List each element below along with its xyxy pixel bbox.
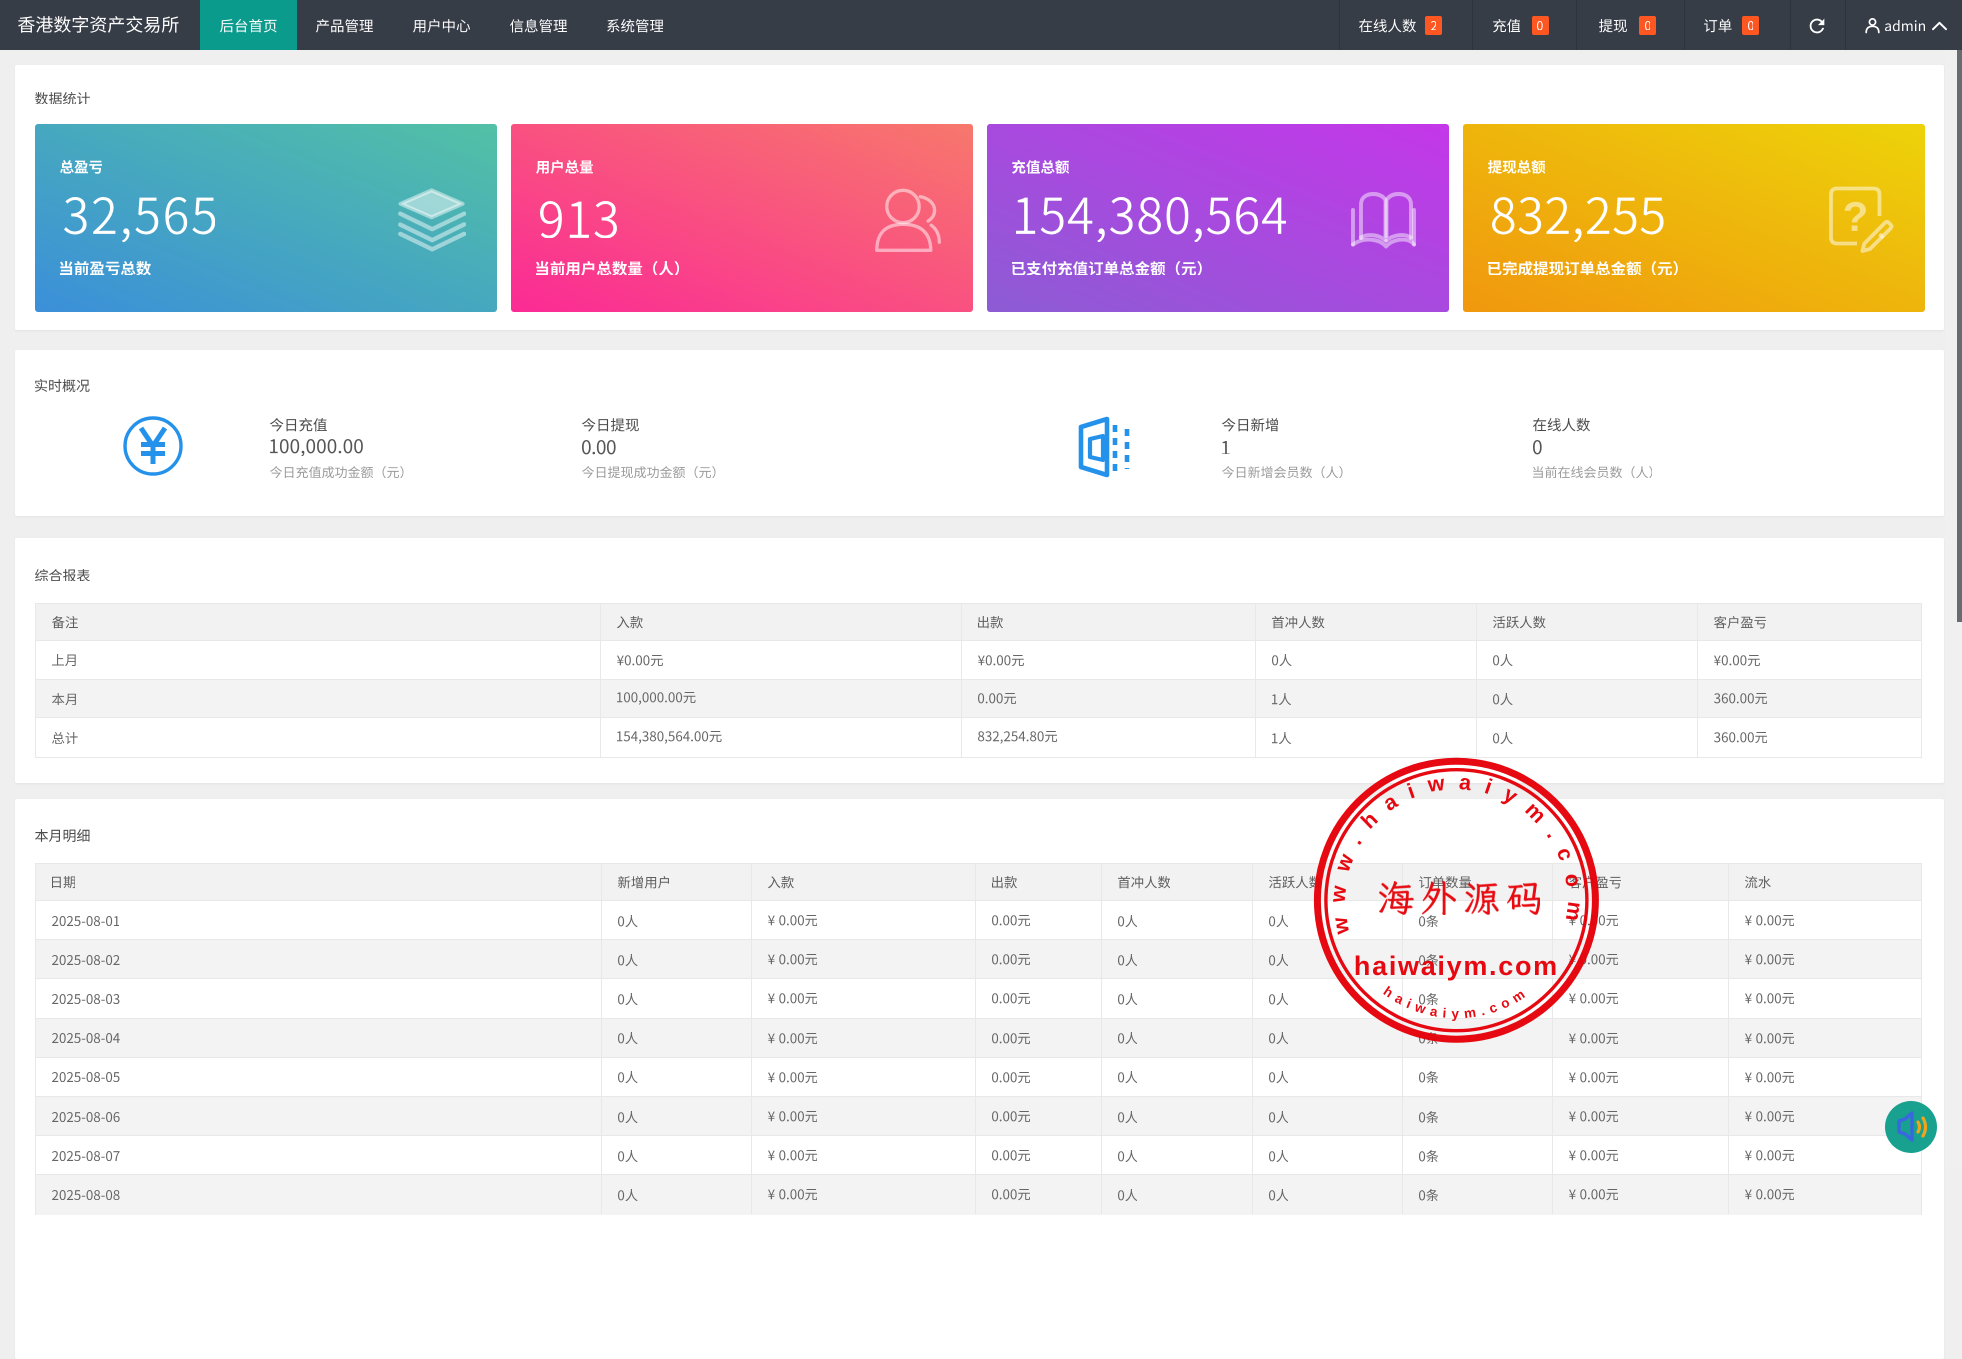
svg-text:?: ? (1843, 193, 1869, 240)
svg-text:haiwaiym.com: haiwaiym.com (1381, 983, 1532, 1021)
svg-text:haiwaiym.com: haiwaiym.com (1354, 951, 1559, 981)
